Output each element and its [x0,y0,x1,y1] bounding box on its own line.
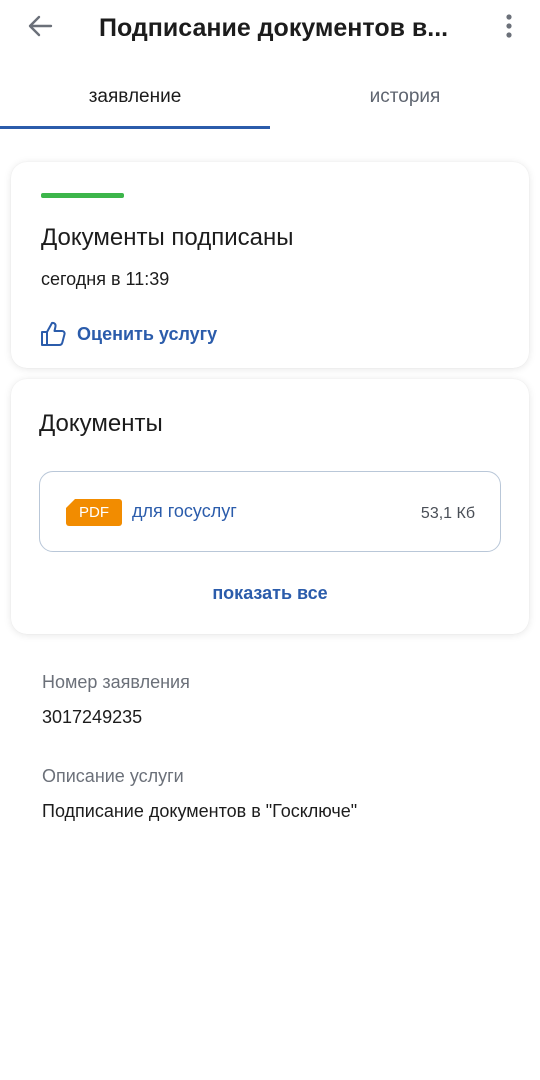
thumbs-up-icon [41,321,66,346]
document-item[interactable]: PDF для госуслуг 53,1 Кб [39,471,501,552]
document-name: для госуслуг [132,501,237,521]
application-number-value: 3017249235 [42,707,143,727]
service-description-label: Описание услуги [42,766,184,786]
status-indicator-bar [41,193,124,198]
back-button[interactable] [22,8,58,44]
documents-card: Документы PDF для госуслуг 53,1 Кб показ… [11,379,529,634]
active-tab-indicator [0,126,270,129]
top-app-bar: Подписание документов в... [0,0,540,56]
more-vertical-icon [506,14,512,38]
document-size: 53,1 Кб [420,505,475,522]
pdf-file-icon: PDF [66,499,122,526]
status-title: Документы подписаны [41,224,294,251]
tab-history-label: история [369,86,441,107]
rate-service-button[interactable]: Оценить услугу [39,318,217,350]
show-all-link[interactable]: показать все [11,583,529,604]
tab-history[interactable]: история [270,76,540,130]
page-title: Подписание документов в... [99,14,449,42]
documents-title: Документы [39,410,163,437]
status-card: Документы подписаны сегодня в 11:39 Оцен… [11,162,529,368]
application-number-label: Номер заявления [42,672,190,692]
rate-service-label: Оценить услугу [77,323,218,344]
application-details-screen: Подписание документов в... заявление ист… [0,0,540,1080]
tab-application-label: заявление [88,86,182,107]
service-description-value: Подписание документов в "Госключе" [42,801,358,821]
arrow-left-icon [28,15,53,37]
tab-application[interactable]: заявление [0,76,270,130]
status-timestamp: сегодня в 11:39 [41,269,170,289]
tab-bar: заявление история [0,76,540,130]
more-menu-button[interactable] [494,8,524,44]
